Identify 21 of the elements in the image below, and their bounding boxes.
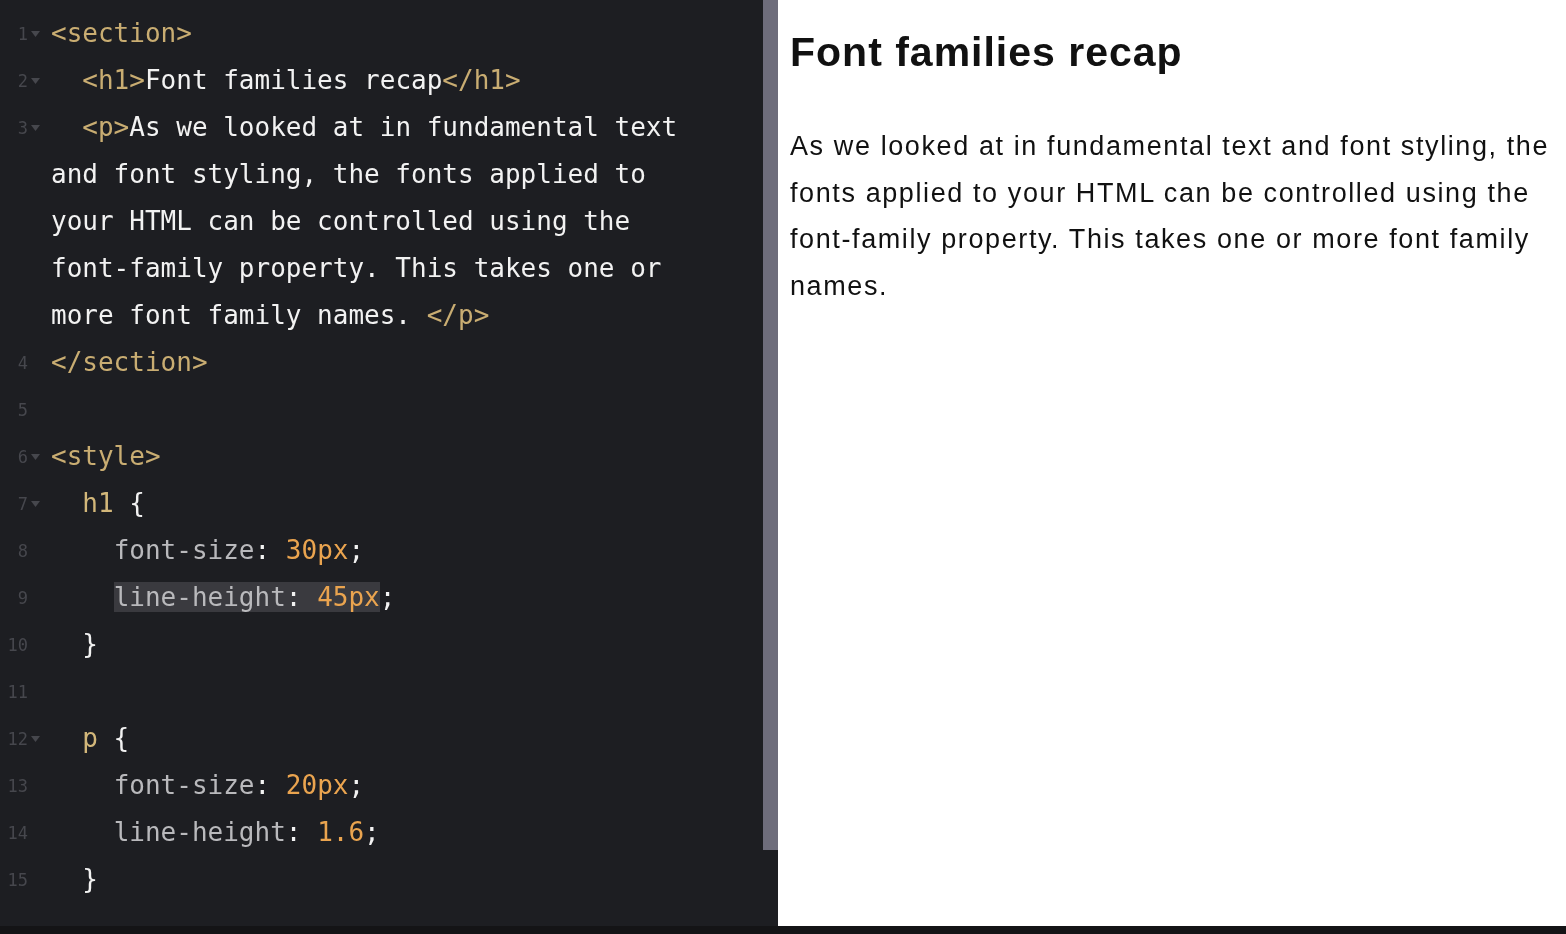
code-line: h1 { [81,487,146,520]
fold-arrow-icon[interactable] [31,77,40,84]
scrollbar-thumb[interactable] [763,0,778,850]
preview-heading: Font families recap [790,28,1184,77]
preview-paragraph: As we looked at in fundamental text and font styling, the fonts applied to your HTML can be controlled using the font-family property. This takes one or more font family names. [790,130,1551,303]
code-line: font-size: 30px; [112,534,366,567]
fold-arrow-icon[interactable] [31,124,40,131]
fold-arrow-icon[interactable] [31,30,40,37]
fold-arrow-icon[interactable] [31,735,40,742]
code-line: <style> [51,440,162,473]
code-line: </section> [51,346,209,379]
code-line: <h1>Font families recap</h1> [81,64,522,97]
code-line: <section> [51,17,193,50]
code-line: line-height: 1.6; [112,816,381,849]
fold-arrow-icon[interactable] [31,453,40,460]
code-line: } [81,863,99,896]
code-line: font-size: 20px; [112,769,366,802]
code-line: p { [81,722,131,755]
code-line: } [81,628,99,661]
fold-arrow-icon[interactable] [31,500,40,507]
code-line: <p>As we looked at in fundamental text and font styling, the fonts applied to your HTML can be controlled using the font-family property. This takes one or more font family names. </p> [51,111,679,332]
